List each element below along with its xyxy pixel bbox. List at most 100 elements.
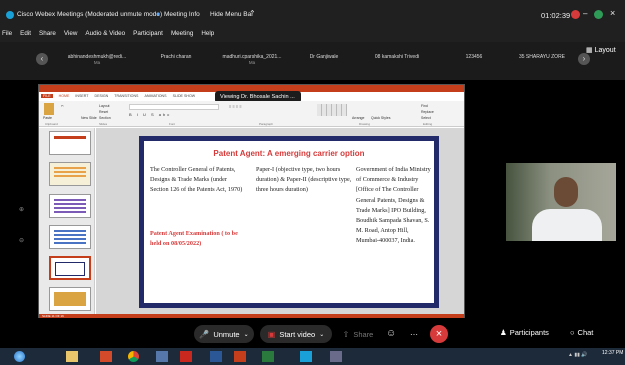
participant-tile[interactable]: Prachi charan [146,54,206,60]
tab-slideshow[interactable]: SLIDE SHOW [173,94,196,98]
video-tile[interactable] [506,163,616,241]
font-family-select[interactable] [129,104,219,110]
start-video-button[interactable]: ▣ Start video ⌄ [260,325,332,343]
quick-styles-button[interactable]: Quick Styles [371,116,390,120]
participant-tile[interactable]: 08 kamakshi Trivedi [362,54,432,60]
slide-canvas: Patent Agent: A emerging carrier option … [96,128,464,314]
section-button[interactable]: Section [99,116,111,120]
unmute-button[interactable]: 🎤 Unmute ⌄ [194,325,254,343]
leave-meeting-button[interactable]: × [430,325,448,343]
reset-button[interactable]: Reset [99,110,108,114]
menu-view[interactable]: View [64,30,78,37]
reactions-icon[interactable]: ☺ [386,328,396,339]
group-paragraph: Paragraph [259,122,274,126]
menu-file[interactable]: File [2,30,12,37]
recording-icon [571,10,580,19]
tab-home[interactable]: HOME [59,94,70,98]
hide-menu-button[interactable]: Hide Menu Bar [210,11,253,18]
start-video-label: Start video [279,329,316,339]
slide[interactable]: Patent Agent: A emerging carrier option … [139,136,439,308]
slide-thumbnail[interactable] [49,287,91,311]
scroll-right-icon[interactable]: › [578,53,590,65]
powerpoint-icon[interactable] [234,351,246,362]
webex-logo-icon [6,11,14,19]
participant-tile[interactable]: abhinandeshmukh@redi... Ma [62,54,132,65]
slide-thumbnail[interactable] [49,131,91,155]
tray-icons[interactable]: ▲ ▮▮ 🔊 [568,352,587,358]
chat-panel-button[interactable]: ○ Chat [570,328,593,337]
meeting-info-button[interactable]: Meeting Info [164,11,200,18]
media-player-icon[interactable] [100,351,112,362]
participant-tile[interactable]: 35 SHARAYU ZORE [510,54,574,60]
tab-file[interactable]: FILE [41,94,53,98]
minimize-icon[interactable]: – [583,9,587,18]
ppt-ribbon: Paste ✂ New Slide Layout Reset Section B… [39,101,464,127]
layout-button[interactable]: ▦ Layout [586,46,616,55]
group-font: Font [169,122,176,126]
app-icon[interactable] [156,351,168,362]
find-button[interactable]: Find [421,104,428,108]
slide-col2-text: Paper-I (objective type, two hours durat… [256,166,352,194]
more-options-icon[interactable]: ⋯ [410,330,418,339]
taskbar-clock: 12:37 PM [602,350,624,356]
menu-share[interactable]: Share [39,30,56,37]
slide-title: Patent Agent: A emerging carrier option [213,149,365,158]
group-drawing: Drawing [359,122,371,126]
close-window-icon[interactable]: × [610,8,615,18]
paste-icon[interactable] [44,103,54,115]
acrobat-icon[interactable] [180,351,192,362]
word-icon[interactable] [210,351,222,362]
participant-name: 123456 [465,54,483,60]
shapes-gallery[interactable] [317,104,347,116]
menu-help[interactable]: Help [201,30,214,37]
menu-participant[interactable]: Participant [133,30,163,37]
select-button[interactable]: Select [421,116,431,120]
menu-edit[interactable]: Edit [20,30,31,37]
webex-taskbar-icon[interactable] [300,351,312,362]
participant-tile[interactable]: 123456 [452,54,496,60]
share-icon: ⇧ [342,329,350,339]
new-slide-button[interactable]: New Slide [81,116,97,120]
layout-icon: ▦ [586,47,593,54]
shared-screen[interactable]: Viewing Dr. Bhosale Sachin ... FILE HOME… [38,84,465,320]
start-button-icon[interactable] [14,351,25,362]
replace-button[interactable]: Replace [421,110,434,114]
tab-transitions[interactable]: TRANSITIONS [114,94,138,98]
video-off-icon: ▣ [267,329,276,339]
arrange-button[interactable]: Arrange [352,116,364,120]
chevron-down-icon: ⌄ [243,331,249,338]
scroll-left-icon[interactable]: ‹ [36,53,48,65]
app-icon[interactable] [330,351,342,362]
participants-label: Participants [509,328,549,337]
participant-tile[interactable]: Dr Ganjiwale [298,54,350,60]
participants-icon: ♟ [500,328,507,337]
zoom-in-icon[interactable]: ⊕ [19,206,24,213]
paragraph-buttons[interactable]: ≡ ≡ ≡ ≡ [229,104,309,118]
participants-panel-button[interactable]: ♟ Participants [500,328,549,337]
chrome-icon[interactable] [128,351,139,362]
speaker-head [554,177,578,207]
tab-design[interactable]: DESIGN [95,94,109,98]
group-slides: Slides [99,122,108,126]
font-format-buttons[interactable]: B I U S abc [129,112,219,118]
file-explorer-icon[interactable] [66,351,78,362]
slide-thumbnail[interactable] [49,194,91,218]
slide-thumbnail-active[interactable] [49,256,91,280]
chevron-up-icon[interactable]: ⌃ [249,9,256,18]
tab-insert[interactable]: INSERT [75,94,88,98]
meeting-controls: 🎤 Unmute ⌄ ▣ Start video ⌄ ⇧ Share ☺ ⋯ ×… [0,318,625,350]
slide-thumbnail[interactable] [49,225,91,249]
share-button[interactable]: ⇧ Share [340,325,376,343]
meeting-timer: 01:02:39 [541,11,571,20]
cut-button[interactable]: ✂ [61,104,64,108]
zoom-out-icon[interactable]: ⊖ [19,237,24,244]
tab-animations[interactable]: ANIMATIONS [144,94,166,98]
menu-meeting[interactable]: Meeting [171,30,193,37]
layout-ppt-button[interactable]: Layout [99,104,110,108]
menu-audio-video[interactable]: Audio & Video [85,30,125,37]
slide-thumbnail[interactable] [49,162,91,186]
app-icon[interactable] [262,351,274,362]
paste-button[interactable]: Paste [43,116,52,120]
participant-tile[interactable]: madhuri.cparshika_2021... Ma [212,54,292,65]
participant-name: Prachi charan [160,54,192,60]
